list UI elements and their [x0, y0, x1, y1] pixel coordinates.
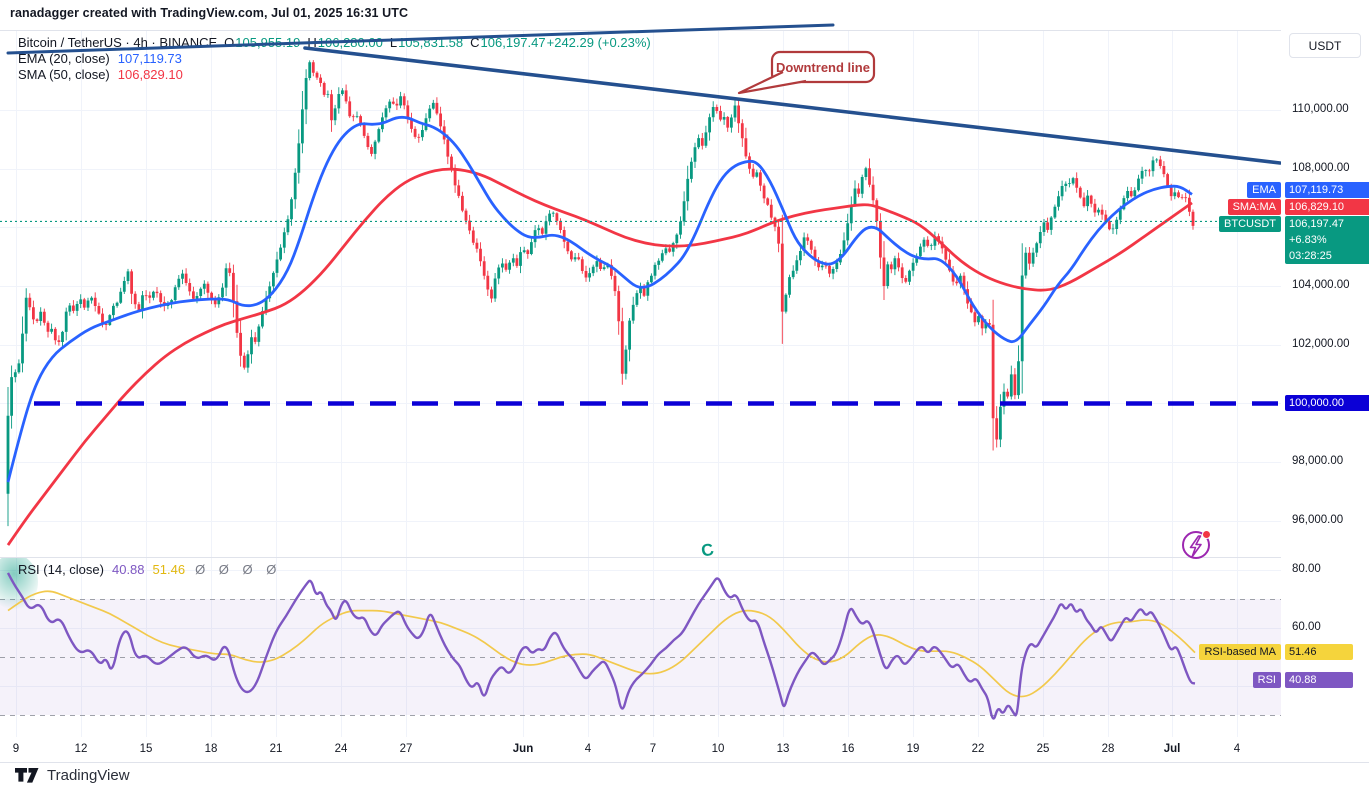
- time-tick-label: 21: [269, 743, 283, 755]
- rsi-ma-badge: 51.46: [1285, 644, 1353, 660]
- low-value: 105,831.58: [398, 35, 464, 50]
- ema-legend-value: 107,119.73: [117, 51, 182, 66]
- ema-price-badge-tag: EMA: [1247, 182, 1281, 198]
- rsi-legend-label: RSI (14, close): [18, 562, 104, 577]
- high-value: 106,280.00: [317, 35, 383, 50]
- footer: TradingView: [14, 766, 130, 784]
- price-chart-canvas[interactable]: [0, 0, 1369, 801]
- high-label: H: [307, 35, 317, 50]
- last-price-badge-tag: BTCUSDT: [1219, 216, 1281, 232]
- rsi-empty-values: Ø Ø Ø Ø: [195, 562, 282, 577]
- symbol-row: Bitcoin / TetherUS · 4h · BINANCE O105,95…: [18, 35, 651, 51]
- ema-legend-row[interactable]: EMA (20, close) 107,119.73: [18, 51, 651, 67]
- price-tick-label: 108,000.00: [1292, 162, 1350, 174]
- sma-legend-row[interactable]: SMA (50, close) 106,829.10: [18, 67, 651, 83]
- price-tick-label: 110,000.00: [1292, 103, 1349, 115]
- open-value: 105,955.19: [235, 35, 301, 50]
- time-tick-label: 10: [711, 743, 725, 755]
- time-tick-label: Jun: [512, 743, 534, 755]
- time-tick-label: 12: [74, 743, 88, 755]
- price-tick-label: 96,000.00: [1292, 514, 1344, 526]
- time-tick-label: 7: [649, 743, 657, 755]
- main-chart-legend: Bitcoin / TetherUS · 4h · BINANCE O105,95…: [18, 35, 651, 83]
- open-label: O: [224, 35, 235, 50]
- sma-legend-value: 106,829.10: [117, 67, 183, 82]
- sma-price-badge: 106,829.10: [1285, 199, 1369, 215]
- time-tick-label: 25: [1036, 743, 1050, 755]
- tradingview-logo-text: TradingView: [47, 766, 130, 784]
- time-tick-label: 4: [1233, 743, 1241, 755]
- sma50-line: [6, 167, 1193, 546]
- time-tick-label: Jul: [1163, 743, 1181, 755]
- price-tick-label: 98,000.00: [1292, 455, 1344, 467]
- time-tick-label: 13: [776, 743, 790, 755]
- price-tick-label: 80.00: [1292, 563, 1321, 575]
- rsi-legend-value: 40.88: [111, 562, 145, 577]
- rsi-panel: [0, 558, 1281, 716]
- rsi-ma-badge-tag: RSI-based MA: [1199, 644, 1281, 660]
- tradingview-logo-icon: [15, 768, 39, 783]
- candles-layer: [6, 60, 1195, 527]
- price-tick-label: 102,000.00: [1292, 338, 1350, 350]
- ema-price-badge: 107,119.73: [1285, 182, 1369, 198]
- time-tick-label: 27: [399, 743, 413, 755]
- ema20-line: [6, 115, 1193, 483]
- up-candle-bodies: [6, 62, 1177, 494]
- time-tick-label: 4: [584, 743, 592, 755]
- close-value: 106,197.47: [480, 35, 546, 50]
- last-price-badge: 106,197.47 +6.83% 03:28:25: [1285, 216, 1369, 264]
- price-tick-label: 104,000.00: [1292, 279, 1350, 291]
- time-tick-label: 24: [334, 743, 348, 755]
- time-tick-label: 15: [139, 743, 153, 755]
- currency-toggle-button[interactable]: USDT: [1289, 33, 1361, 58]
- rsi-legend-row[interactable]: RSI (14, close) 40.88 51.46 Ø Ø Ø Ø: [18, 562, 281, 578]
- tradingview-chart-page: ranadagger created with TradingView.com,…: [0, 0, 1369, 801]
- attribution-text: ranadagger created with TradingView.com,…: [10, 6, 409, 20]
- rsi-badge-tag: RSI: [1252, 672, 1281, 688]
- price-axis[interactable]: USDT 110,000.00 108,000.00 104,000.00 102,0…: [1281, 30, 1369, 762]
- time-axis[interactable]: 9 12 15 18 21 24 27 Jun 4 7 10 13 16 19 22 25 28 Jul 4: [0, 737, 1369, 762]
- time-tick-label: 18: [204, 743, 218, 755]
- support-level-badge: 100,000.00: [1285, 395, 1369, 411]
- time-tick-label: 28: [1101, 743, 1115, 755]
- time-tick-label: 16: [841, 743, 855, 755]
- ema-legend-label: EMA (20, close): [18, 51, 110, 66]
- sma-legend-label: SMA (50, close): [18, 67, 110, 82]
- time-tick-label: 22: [971, 743, 985, 755]
- time-tick-label: 19: [906, 743, 920, 755]
- rsi-ma-legend-value: 51.46: [152, 562, 186, 577]
- low-label: L: [389, 35, 398, 50]
- downtrend-line-label[interactable]: Downtrend line: [772, 52, 874, 82]
- price-change: +242.29 (+0.23%): [546, 35, 651, 50]
- up-candle-wicks: [7, 60, 1176, 527]
- symbol-title[interactable]: Bitcoin / TetherUS · 4h · BINANCE: [18, 35, 217, 50]
- rsi-badge: 40.88: [1285, 672, 1353, 688]
- close-label: C: [470, 35, 480, 50]
- time-tick-label: 9: [12, 743, 20, 755]
- sma-price-badge-tag: SMA:MA: [1227, 199, 1281, 215]
- price-tick-label: 60.00: [1292, 621, 1321, 633]
